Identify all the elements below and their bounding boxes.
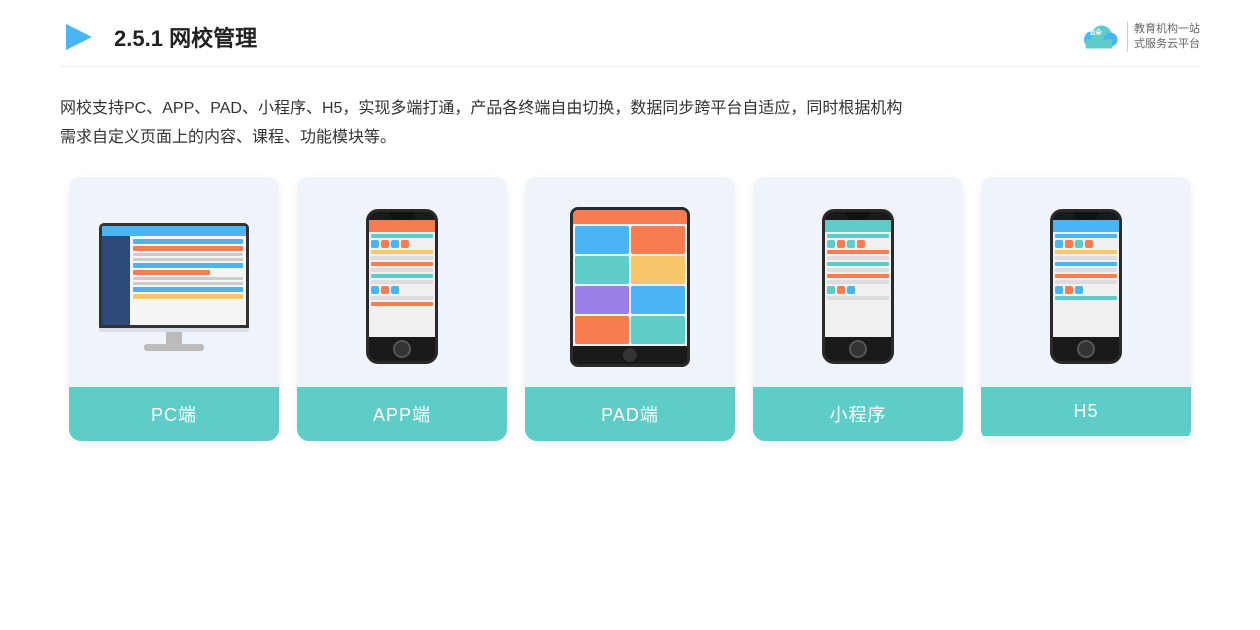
miniapp-home-btn [849,340,867,358]
page-wrapper: 2.5.1 网校管理 云朵 教育机构一站 式服务云平台 [0,0,1260,630]
h5-phone-notch [1073,212,1099,220]
brand-logo: 云朵 教育机构一站 式服务云平台 [1077,19,1200,55]
brand-icon: 云朵 [1077,19,1121,55]
phone-notch [389,212,415,220]
card-pc-image [69,177,279,387]
brand-text: 教育机构一站 式服务云平台 [1127,22,1200,53]
card-pad-label: PAD端 [525,387,735,441]
card-pc: PC端 [69,177,279,441]
card-h5-label: H5 [981,387,1191,436]
card-miniapp-label: 小程序 [753,387,963,441]
card-app-label: APP端 [297,387,507,441]
description-text: 网校支持PC、APP、PAD、小程序、H5，实现多端打通，产品各终端自由切换，数… [60,95,1200,153]
page-header: 2.5.1 网校管理 云朵 教育机构一站 式服务云平台 [60,0,1200,67]
svg-text:云朵: 云朵 [1089,28,1102,36]
card-app: APP端 [297,177,507,441]
header-left: 2.5.1 网校管理 [60,18,257,56]
h5-home-btn [1077,340,1095,358]
card-miniapp: 小程序 [753,177,963,441]
miniapp-phone-notch [845,212,871,220]
pc-monitor [99,223,249,328]
card-pad-image [525,177,735,387]
device-cards-container: PC端 [60,177,1200,441]
pad-home-btn [623,348,637,362]
app-phone-mockup [366,209,438,364]
page-title: 2.5.1 网校管理 [114,21,257,53]
card-miniapp-image [753,177,963,387]
card-app-image [297,177,507,387]
phone-home-btn [393,340,411,358]
logo-arrow-icon [60,18,98,56]
pc-device-mockup [99,223,249,351]
header-right: 云朵 教育机构一站 式服务云平台 [1077,19,1200,55]
card-h5-image [981,177,1191,387]
card-h5: H5 [981,177,1191,441]
pad-device-mockup [570,207,690,367]
card-pad: PAD端 [525,177,735,441]
card-pc-label: PC端 [69,387,279,441]
h5-phone-mockup [1050,209,1122,364]
miniapp-phone-mockup [822,209,894,364]
